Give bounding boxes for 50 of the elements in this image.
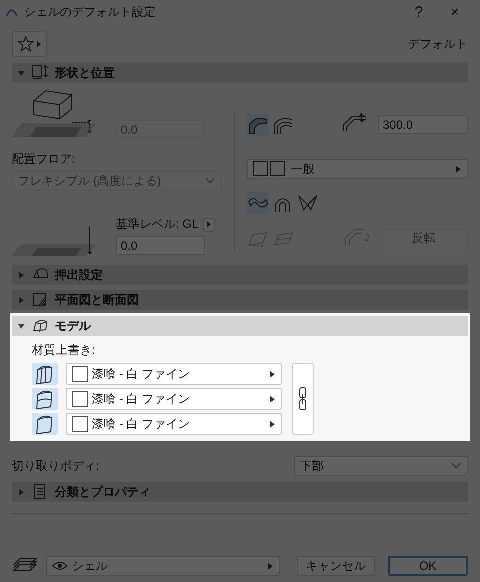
caret-right-icon [268, 562, 273, 570]
link-button[interactable] [292, 363, 314, 435]
section-title[interactable]: 分類とプロパティ [55, 484, 151, 500]
field-label: 材質上書き: [32, 343, 96, 357]
field-label: 基準レベル: GL [116, 216, 199, 233]
section-title[interactable]: 平面図と断面図 [55, 292, 139, 308]
plan-icon [31, 291, 49, 309]
material-dropdown[interactable]: 漆喰 - 白 ファイン [66, 413, 282, 435]
layer-dropdown[interactable]: シェル [46, 556, 280, 576]
number-field[interactable]: 300.0 [378, 115, 468, 134]
arch-icon [6, 7, 18, 17]
window-title: シェルのデフォルト設定 [24, 4, 157, 20]
structure-dropdown[interactable]: 一般 [247, 159, 468, 179]
section-title[interactable]: モデル [55, 318, 91, 334]
chevron-down-icon [206, 178, 215, 184]
caret-right-icon[interactable] [18, 296, 25, 304]
swatch-icon [72, 391, 88, 407]
section-title[interactable]: 押出設定 [55, 266, 103, 284]
model-icon [31, 317, 49, 335]
geometry-icon [31, 64, 49, 82]
number-field[interactable]: 0.0 [116, 236, 205, 255]
field-label: 切り取りボディ: [12, 458, 100, 474]
chevron-down-icon [452, 463, 461, 469]
caret-right-icon[interactable] [18, 272, 25, 278]
swatch-icon [72, 416, 88, 432]
material-dropdown[interactable]: 漆喰 - 白 ファイン [66, 388, 282, 410]
star-icon [18, 36, 34, 52]
close-button[interactable]: × [440, 4, 470, 20]
caret-button[interactable] [202, 218, 215, 232]
caret-right-icon [270, 420, 275, 428]
chain-link-icon [299, 387, 307, 411]
section-title[interactable]: 形状と位置 [55, 64, 115, 82]
cut-body-dropdown[interactable]: 下部 [294, 456, 468, 476]
double-square-icon [253, 161, 287, 177]
field-label: 配置フロア: [12, 151, 76, 168]
caret-right-icon [206, 221, 211, 228]
caret-right-icon [37, 40, 41, 48]
caret-down-icon[interactable] [18, 322, 25, 330]
caret-right-icon [270, 396, 275, 402]
favorites-button[interactable] [12, 31, 47, 57]
preset-label: デフォルト [408, 36, 468, 52]
caret-right-icon[interactable] [18, 488, 25, 496]
eye-icon [52, 561, 68, 571]
material-dropdown[interactable]: 漆喰 - 白 ファイン [66, 363, 282, 385]
ok-button[interactable]: OK [388, 556, 468, 576]
swatch-icon [72, 366, 88, 382]
help-button[interactable]: ? [404, 4, 434, 20]
cancel-button[interactable]: キャンセル [297, 556, 375, 576]
caret-right-icon [270, 370, 275, 378]
caret-right-icon [456, 166, 461, 172]
